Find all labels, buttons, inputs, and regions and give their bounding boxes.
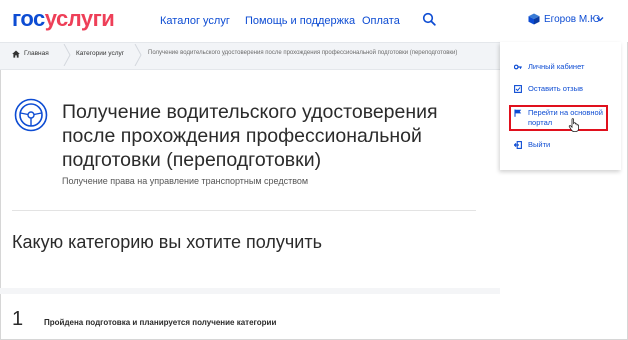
gosuslugi-logo[interactable]: госуслуги bbox=[12, 6, 115, 32]
menu-item-label: Оставить отзыв bbox=[528, 84, 583, 93]
chevron-down-icon[interactable] bbox=[596, 15, 604, 23]
key-icon bbox=[514, 64, 522, 70]
step-text: Пройдена подготовка и планируется получе… bbox=[44, 318, 277, 327]
breadcrumb-current: Получение водительского удостоверения по… bbox=[148, 50, 458, 56]
page-title: Получение водительского удостоверения по… bbox=[62, 101, 438, 171]
step-number: 1 bbox=[12, 308, 24, 330]
logout-icon bbox=[514, 141, 522, 149]
user-name-menu[interactable]: Егоров М.Ю bbox=[544, 14, 600, 25]
section-divider bbox=[0, 288, 500, 294]
search-icon[interactable] bbox=[422, 12, 436, 26]
nav-catalog-link[interactable]: Каталог услуг bbox=[160, 15, 230, 27]
nav-payment-link[interactable]: Оплата bbox=[362, 15, 400, 27]
category-question: Какую категорию вы хотите получить bbox=[12, 232, 322, 252]
home-icon bbox=[12, 50, 20, 58]
breadcrumb-categories[interactable]: Категории услуг bbox=[76, 50, 124, 57]
divider bbox=[12, 210, 476, 211]
feedback-icon bbox=[514, 85, 522, 93]
hand-cursor-icon bbox=[568, 118, 579, 132]
breadcrumb-separator bbox=[63, 44, 71, 66]
breadcrumb-separator bbox=[134, 44, 142, 66]
steering-wheel-icon bbox=[14, 98, 48, 132]
breadcrumb bbox=[0, 42, 500, 70]
user-cube-icon bbox=[528, 13, 540, 25]
breadcrumb-home[interactable]: Главная bbox=[24, 50, 49, 57]
page-subtitle: Получение права на управление транспортн… bbox=[62, 176, 309, 186]
menu-item-label: Личный кабинет bbox=[528, 62, 585, 71]
highlight-box bbox=[509, 105, 608, 131]
nav-help-link[interactable]: Помощь и поддержка bbox=[245, 15, 355, 27]
menu-item-label: Выйти bbox=[528, 140, 551, 149]
